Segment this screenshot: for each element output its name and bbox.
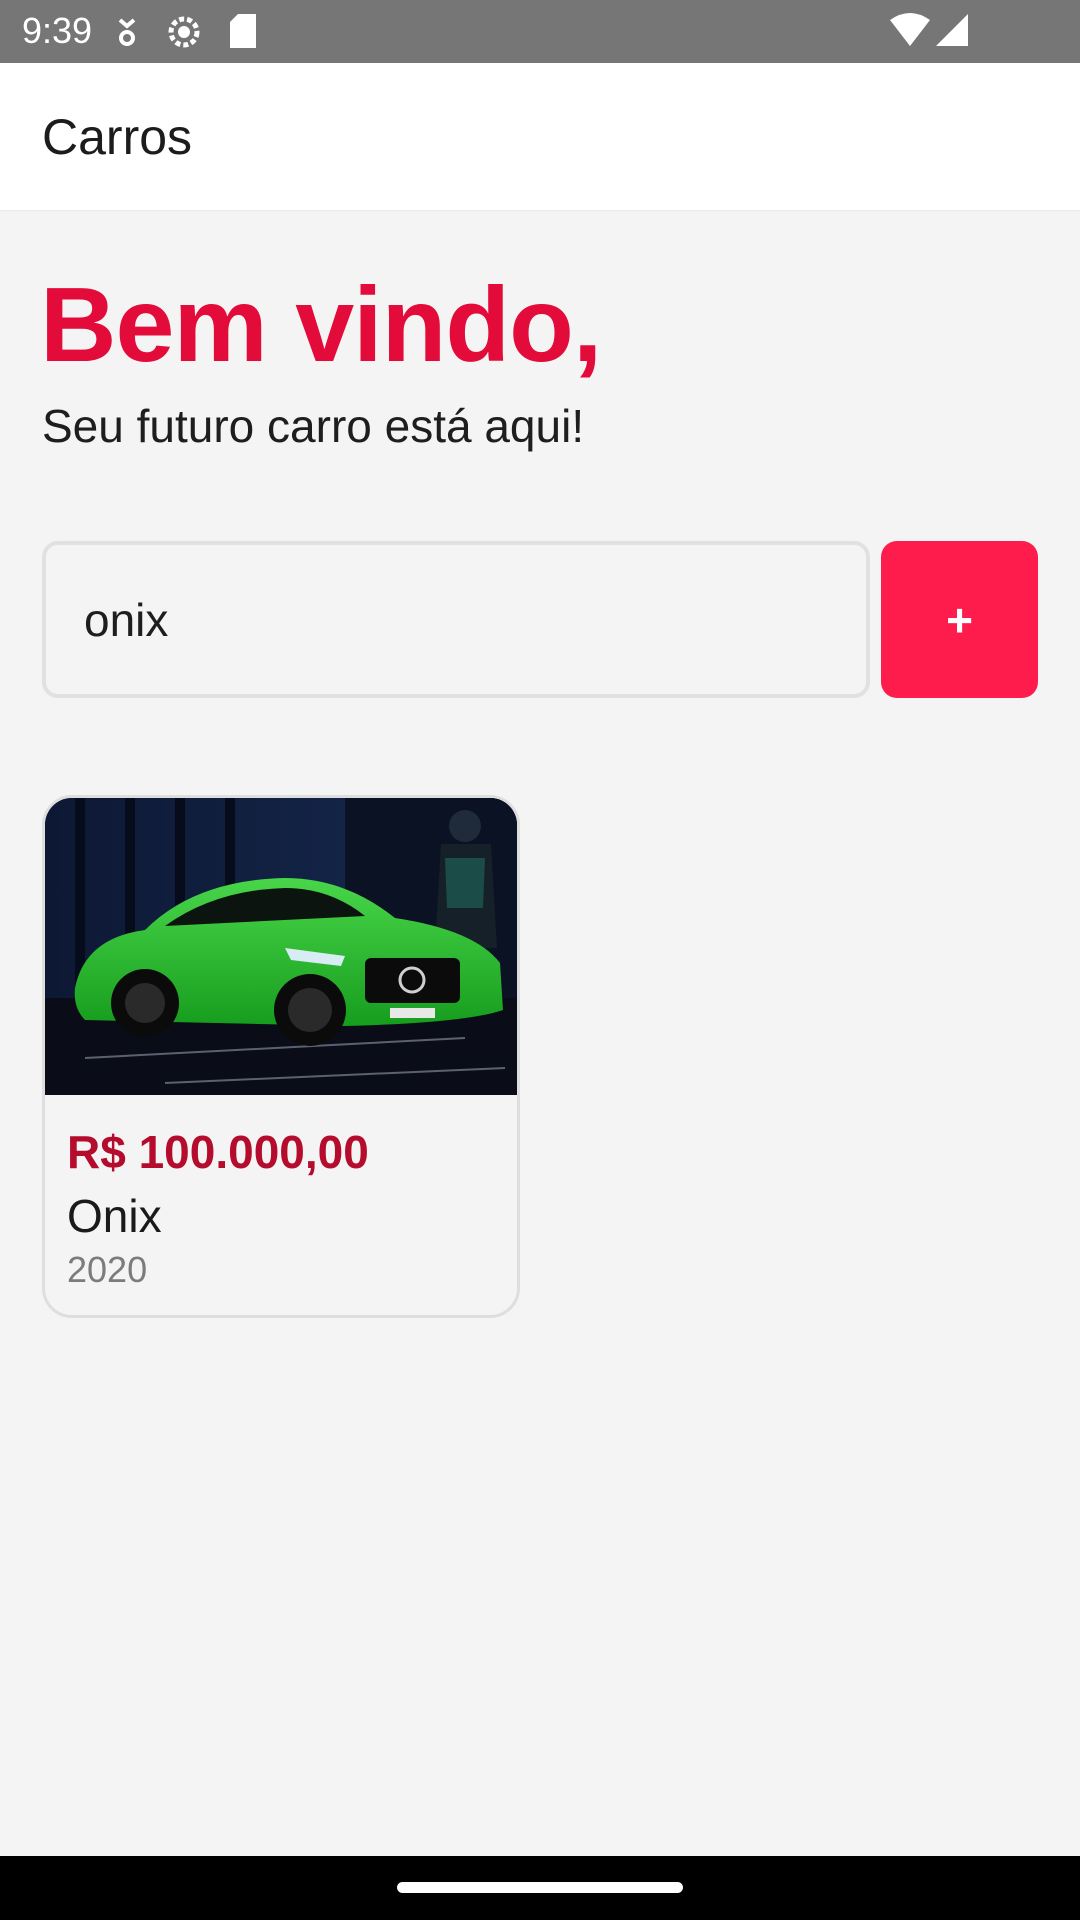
wifi-icon bbox=[890, 13, 930, 46]
welcome-title: Bem vindo, bbox=[40, 266, 602, 384]
status-time: 9:39 bbox=[22, 10, 93, 51]
status-bar: 9:39 bbox=[0, 0, 1080, 63]
settings-gear-icon bbox=[168, 16, 200, 48]
car-image bbox=[45, 798, 517, 1095]
search-input[interactable] bbox=[42, 541, 870, 698]
add-button[interactable]: + bbox=[881, 541, 1038, 698]
sd-card-icon bbox=[230, 14, 256, 48]
car-year: 2020 bbox=[67, 1249, 148, 1290]
welcome-subtitle: Seu futuro carro está aqui! bbox=[42, 400, 585, 452]
usb-debug-icon bbox=[118, 18, 136, 46]
app-title: Carros bbox=[42, 109, 193, 165]
car-name: Onix bbox=[67, 1190, 162, 1242]
navigation-bar bbox=[0, 1856, 1080, 1920]
car-price: R$ 100.000,00 bbox=[67, 1126, 369, 1178]
app-bar: Carros bbox=[0, 63, 1080, 210]
home-indicator[interactable] bbox=[397, 1882, 683, 1893]
car-card[interactable]: R$ 100.000,00 Onix 2020 bbox=[42, 795, 520, 1318]
cell-signal-icon bbox=[936, 14, 968, 46]
